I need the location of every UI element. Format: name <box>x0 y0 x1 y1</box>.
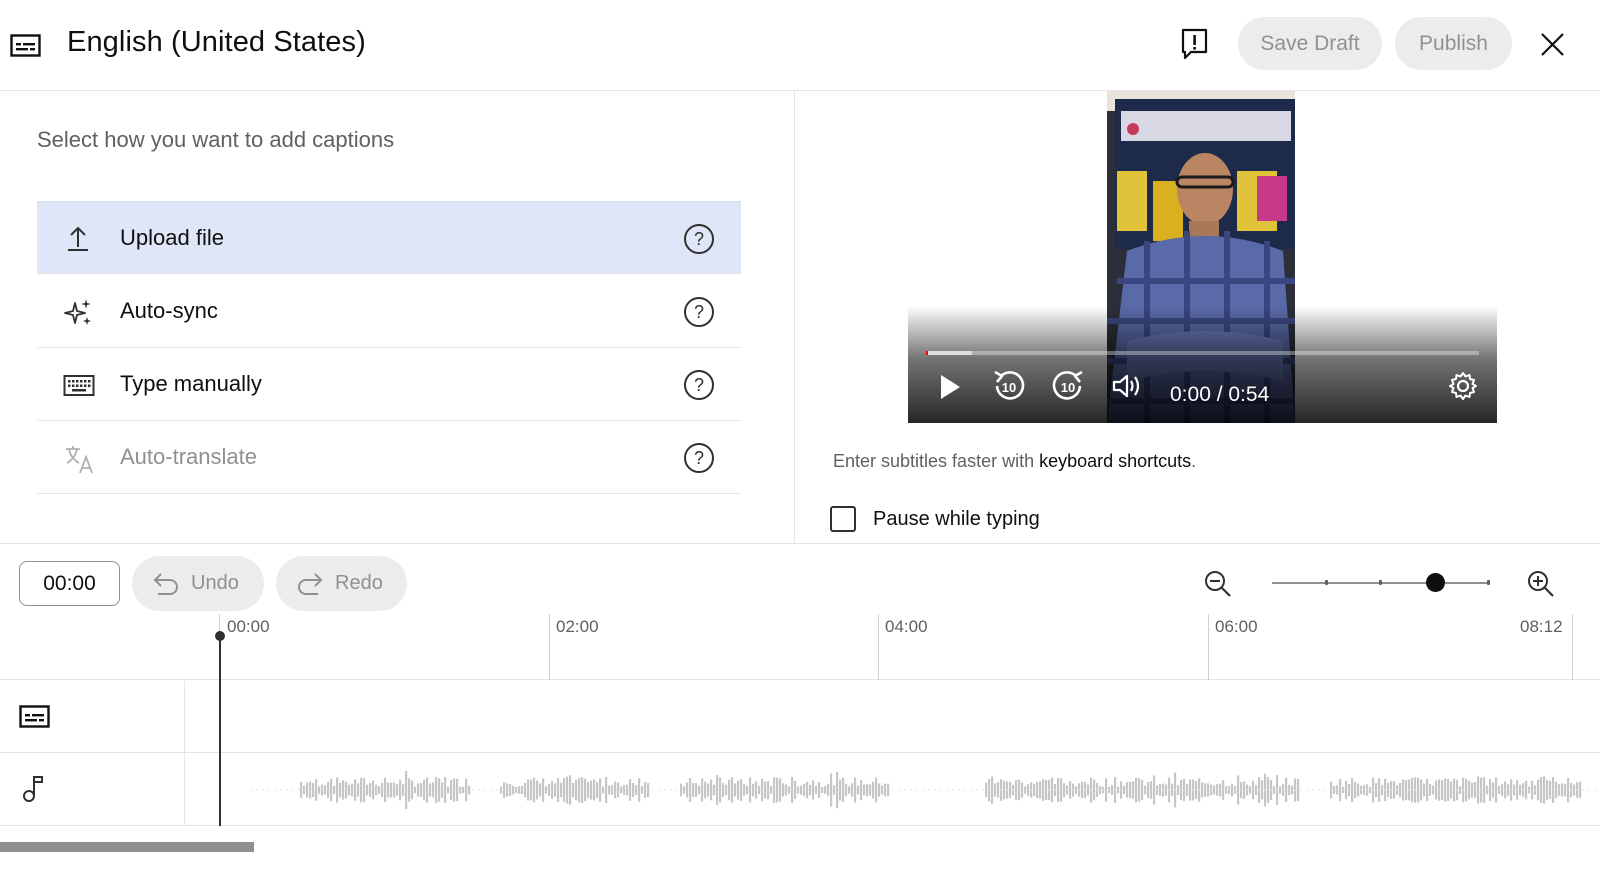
captions-track[interactable] <box>0 681 1600 753</box>
playhead-handle[interactable] <box>215 631 225 641</box>
zoom-in-icon[interactable] <box>1527 570 1555 603</box>
ruler-label: 02:00 <box>556 617 599 636</box>
captions-track-icon <box>19 705 50 733</box>
playhead[interactable] <box>219 635 221 826</box>
audio-track[interactable] <box>0 754 1600 826</box>
slider-tick <box>1487 580 1490 585</box>
shortcut-hint: Enter subtitles faster with keyboard sho… <box>833 451 1196 472</box>
ruler-label: 06:00 <box>1215 617 1258 636</box>
ruler-mark <box>1572 614 1573 680</box>
option-label: Type manually <box>120 371 262 396</box>
method-prompt: Select how you want to add captions <box>37 127 395 152</box>
audio-waveform <box>250 771 1596 809</box>
track-divider <box>184 681 185 826</box>
option-upload-file[interactable]: Upload file ? <box>37 201 741 274</box>
zoom-slider[interactable] <box>1272 573 1490 592</box>
rewind-10-icon[interactable]: 10 <box>992 369 1026 408</box>
video-player[interactable]: 10 10 0:00 / 0:54 <box>908 91 1497 423</box>
time-ruler[interactable]: 00:00 02:00 04:00 06:00 08:12 <box>0 614 1600 680</box>
ruler-label: 04:00 <box>885 617 928 636</box>
keyboard-icon <box>63 370 95 400</box>
preview-panel: 10 10 0:00 / 0:54 Enter subtitles faster… <box>796 91 1600 543</box>
ruler-label: 00:00 <box>227 617 270 636</box>
sparkle-icon <box>63 297 93 327</box>
help-icon[interactable]: ? <box>683 223 715 260</box>
undo-icon <box>152 571 180 601</box>
help-icon[interactable]: ? <box>683 296 715 333</box>
music-note-icon <box>22 774 46 809</box>
redo-label: Redo <box>335 572 383 594</box>
option-auto-sync[interactable]: Auto-sync ? <box>37 275 741 348</box>
undo-label: Undo <box>191 572 239 594</box>
timeline-panel: 00:00 Undo Redo 00:00 02:00 04:00 06:00 … <box>0 543 1600 890</box>
upload-icon <box>63 224 93 254</box>
svg-text:?: ? <box>694 448 704 468</box>
caption-method-panel: Select how you want to add captions Uplo… <box>0 91 795 543</box>
close-icon[interactable] <box>1539 31 1566 63</box>
option-type-manually[interactable]: Type manually ? <box>37 348 741 421</box>
svg-text:?: ? <box>694 302 704 322</box>
timeline-scrollbar[interactable] <box>0 842 254 852</box>
progress-bar[interactable] <box>926 351 1479 355</box>
page-title: English (United States) <box>67 26 366 58</box>
pause-while-typing-checkbox[interactable] <box>830 506 856 532</box>
time-display: 0:00 / 0:54 <box>1170 383 1270 406</box>
ruler-mark <box>549 614 550 680</box>
hint-suffix: . <box>1191 451 1197 471</box>
current-time-input[interactable]: 00:00 <box>19 561 120 606</box>
volume-icon[interactable] <box>1112 372 1144 405</box>
redo-button[interactable]: Redo <box>276 556 407 611</box>
forward-10-icon[interactable]: 10 <box>1051 369 1085 408</box>
publish-button[interactable]: Publish <box>1395 17 1512 70</box>
zoom-out-icon[interactable] <box>1204 570 1232 603</box>
slider-tick <box>1325 580 1328 585</box>
svg-text:?: ? <box>694 229 704 249</box>
undo-button[interactable]: Undo <box>132 556 264 611</box>
keyboard-shortcuts-link[interactable]: keyboard shortcuts <box>1039 451 1191 471</box>
hint-text: Enter subtitles faster with <box>833 451 1040 471</box>
option-label: Auto-translate <box>120 444 257 469</box>
help-icon[interactable]: ? <box>683 442 715 479</box>
zoom-slider-handle[interactable] <box>1426 573 1445 592</box>
settings-icon[interactable] <box>1448 371 1478 406</box>
captions-icon <box>10 34 41 62</box>
slider-tick <box>1379 580 1382 585</box>
option-label: Upload file <box>120 225 224 250</box>
ruler-label: 08:12 <box>1520 617 1563 636</box>
svg-text:?: ? <box>694 375 704 395</box>
svg-text:10: 10 <box>1061 380 1075 395</box>
pause-while-typing-label[interactable]: Pause while typing <box>873 508 1040 531</box>
svg-text:10: 10 <box>1002 380 1016 395</box>
help-icon[interactable]: ? <box>683 369 715 406</box>
option-label: Auto-sync <box>120 298 218 323</box>
play-icon[interactable] <box>938 373 962 406</box>
option-auto-translate[interactable]: Auto-translate ? <box>37 421 741 494</box>
translate-icon <box>63 443 93 474</box>
save-draft-button[interactable]: Save Draft <box>1238 17 1382 70</box>
ruler-mark <box>878 614 879 680</box>
ruler-mark <box>1208 614 1209 680</box>
redo-icon <box>296 571 324 601</box>
editor-header: English (United States) Save Draft Publi… <box>0 0 1600 91</box>
feedback-icon[interactable] <box>1181 28 1208 66</box>
